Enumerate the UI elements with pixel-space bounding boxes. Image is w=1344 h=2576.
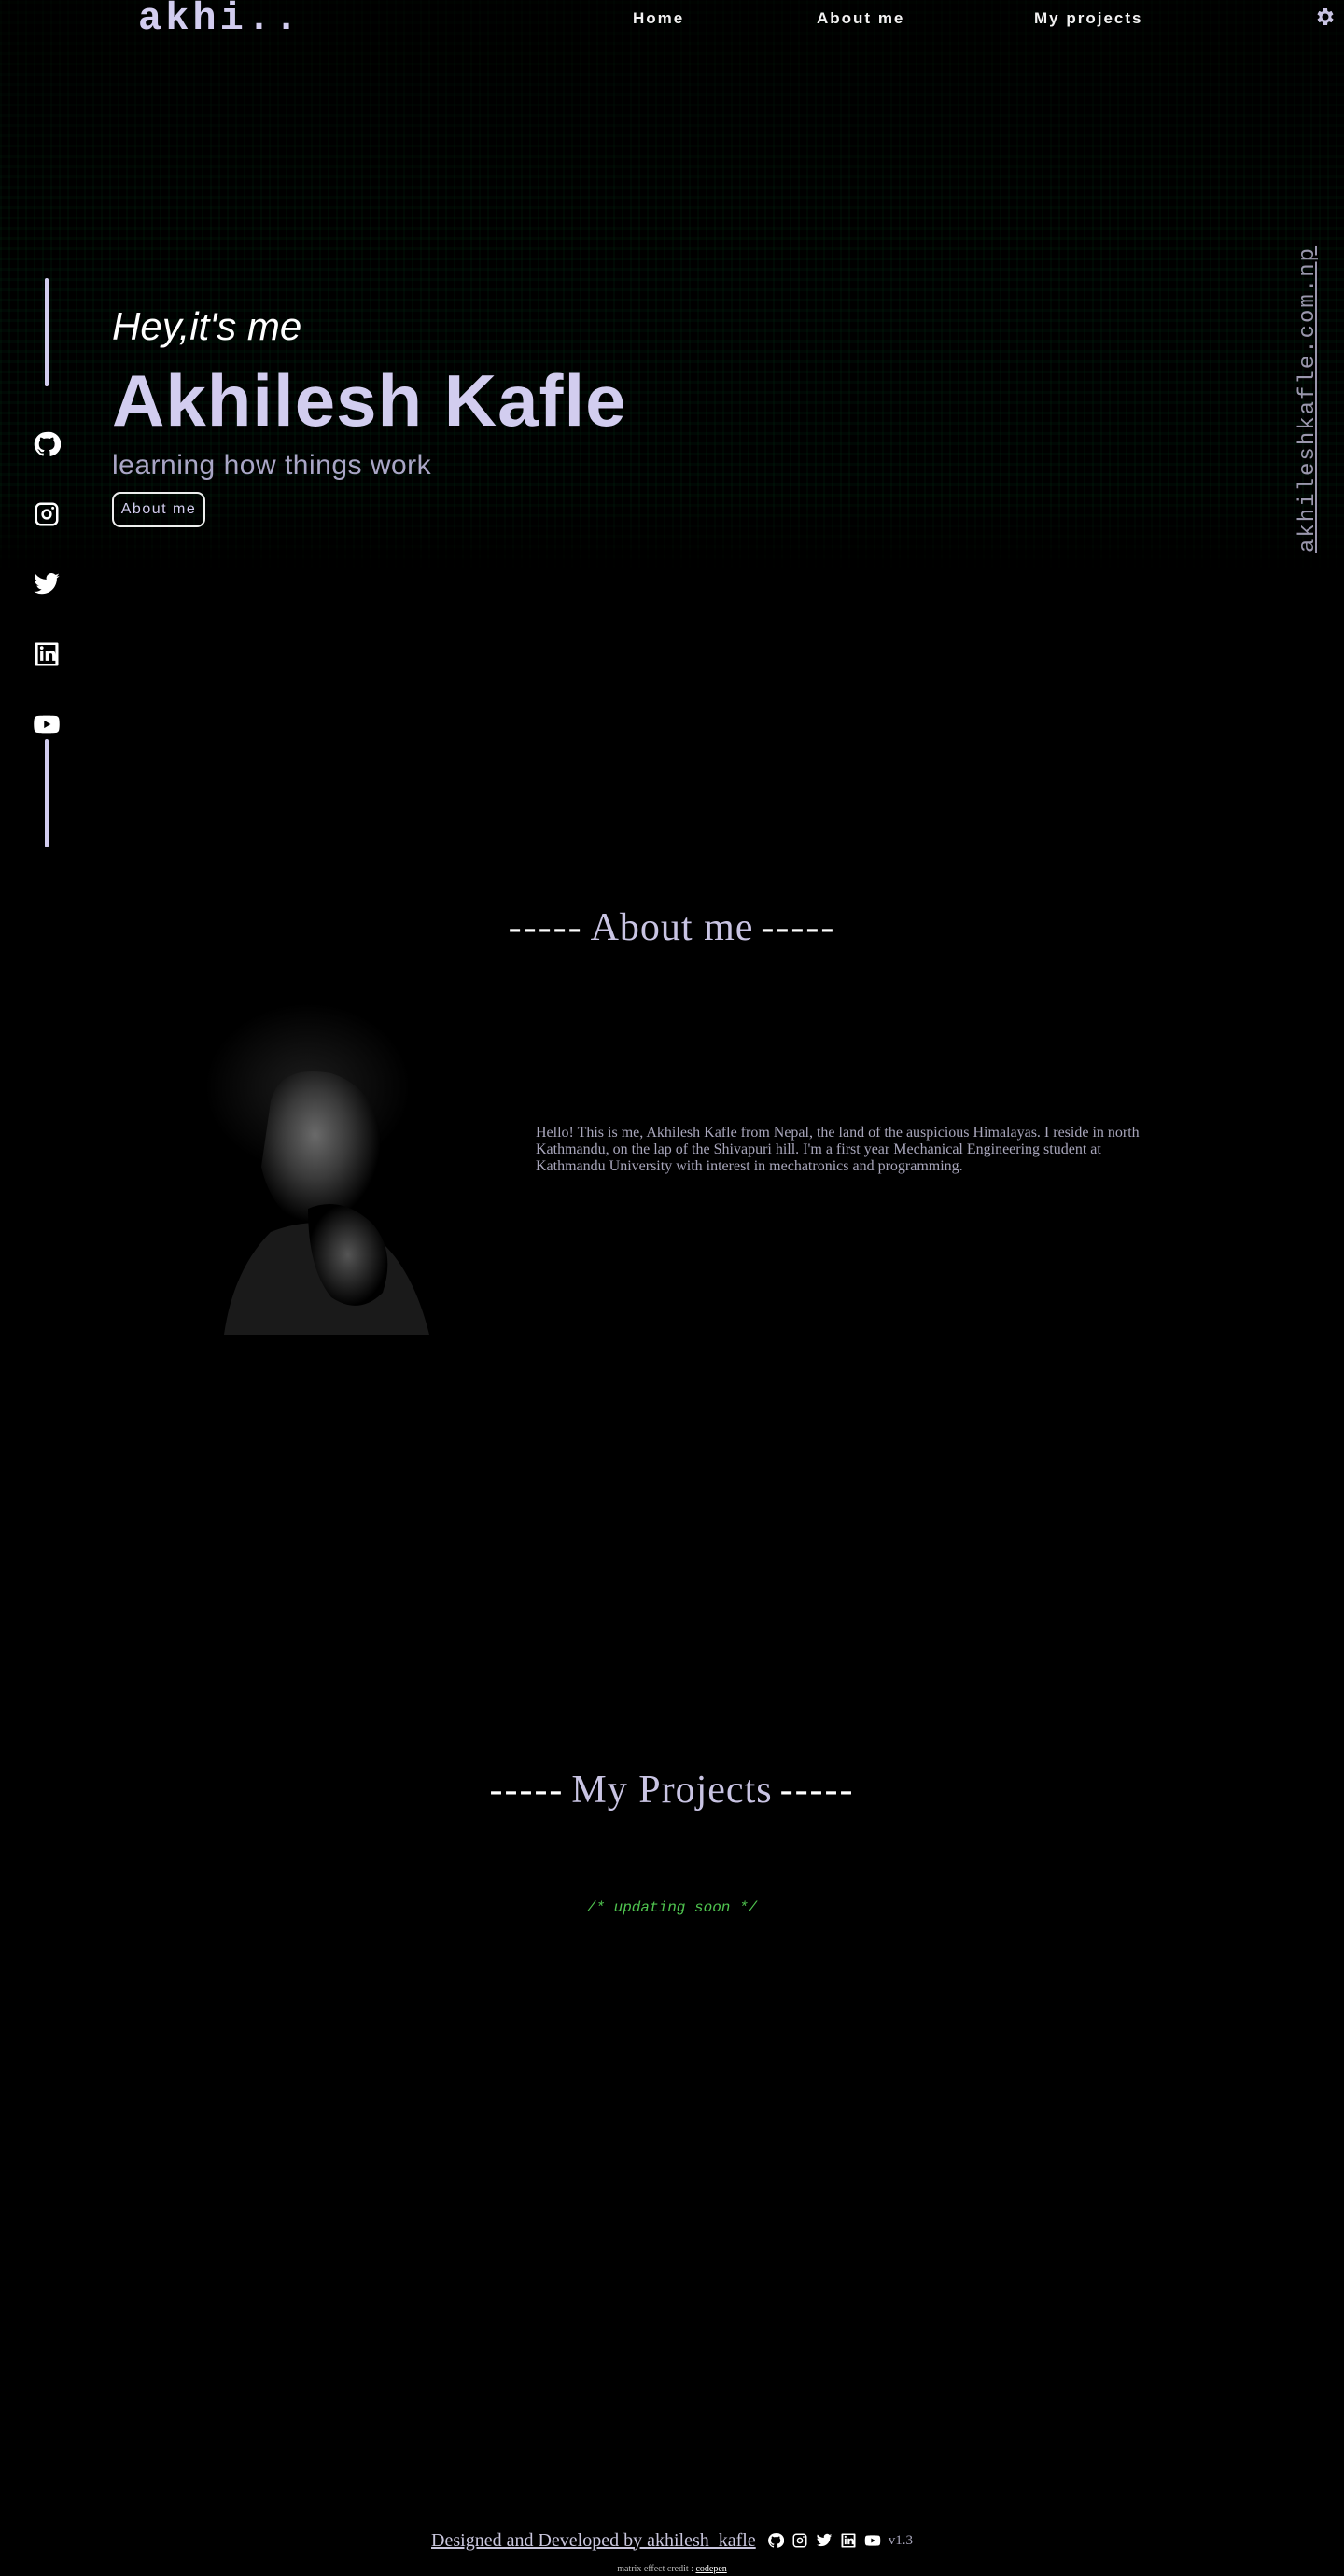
youtube-icon[interactable] xyxy=(32,709,62,739)
twitter-icon[interactable] xyxy=(32,569,62,599)
github-icon[interactable] xyxy=(32,429,62,459)
matrix-credit-label: matrix effect credit : xyxy=(617,2564,696,2574)
rail-line-top xyxy=(45,278,49,386)
portrait-image xyxy=(131,999,513,1335)
github-icon[interactable] xyxy=(767,2532,784,2549)
matrix-credit: matrix effect credit : codepen xyxy=(0,2564,1344,2574)
projects-heading-text: My Projects xyxy=(571,1769,773,1812)
twitter-icon[interactable] xyxy=(816,2532,833,2549)
footer: Designed and Developed by akhilesh_kafle… xyxy=(0,2529,1344,2552)
instagram-icon[interactable] xyxy=(32,499,62,529)
site-logo[interactable]: akhi.. xyxy=(138,0,301,41)
instagram-icon[interactable] xyxy=(791,2532,808,2549)
projects-heading: ----- My Projects ----- xyxy=(0,1768,1344,1813)
gear-icon[interactable] xyxy=(1314,6,1337,28)
nav-projects[interactable]: My projects xyxy=(1034,9,1142,28)
version-label: v1.3 xyxy=(888,2532,913,2548)
matrix-background xyxy=(0,0,1344,579)
linkedin-icon[interactable] xyxy=(840,2532,857,2549)
heading-dash-right: ----- xyxy=(779,1769,855,1812)
hero-tagline: learning how things work xyxy=(112,450,432,481)
footer-credit-link[interactable]: Designed and Developed by akhilesh_kafle xyxy=(431,2530,756,2552)
nav-home[interactable]: Home xyxy=(633,9,684,28)
about-heading: ----- About me ----- xyxy=(0,905,1344,950)
youtube-icon[interactable] xyxy=(864,2532,881,2549)
heading-dash-left: ----- xyxy=(489,1769,565,1812)
about-heading-text: About me xyxy=(590,906,754,949)
heading-dash-right: ----- xyxy=(761,906,836,949)
projects-status: /* updating soon */ xyxy=(586,1899,758,1916)
domain-link[interactable]: akhileshkafle.com.np xyxy=(1295,246,1321,553)
about-me-button[interactable]: About me xyxy=(112,492,205,527)
hero-greeting: Hey,it's me xyxy=(112,304,302,348)
nav-about[interactable]: About me xyxy=(817,9,904,28)
about-paragraph: Hello! This is me, Akhilesh Kafle from N… xyxy=(536,1125,1140,1174)
heading-dash-left: ----- xyxy=(508,906,583,949)
rail-line-bottom xyxy=(45,739,49,847)
codepen-link[interactable]: codepen xyxy=(695,2564,726,2574)
linkedin-icon[interactable] xyxy=(32,639,62,669)
hero-name: Akhilesh Kafle xyxy=(112,359,627,441)
